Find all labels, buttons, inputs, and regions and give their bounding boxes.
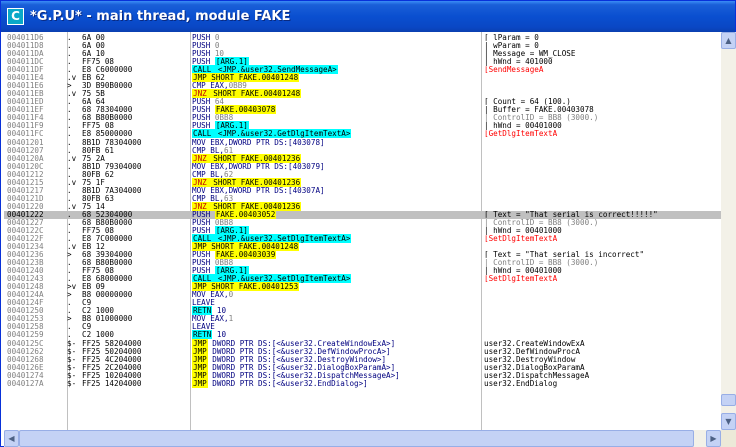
horizontal-scrollbar[interactable]: ◀ ▶ [4, 430, 721, 447]
disassembly-cell: LEAVE [192, 299, 479, 307]
code-row[interactable]: 0040127A $- FF25 14204000 JMP DWORD PTR DS:… [4, 378, 721, 388]
disassembly-cell: JMP SHORT FAKE.00401253 [192, 282, 479, 292]
comment-cell [484, 163, 719, 171]
disassembly-cell: PUSH 0 [192, 34, 479, 42]
disassembly-cell: MOV EAX,0 [192, 291, 479, 299]
horizontal-scroll-thumb[interactable] [19, 430, 694, 447]
comment-cell [484, 195, 719, 203]
address-cell: 0040127A [7, 378, 44, 388]
code-row[interactable]: 0040121D. 80FB 63 CMP BL,63 [4, 194, 721, 203]
scroll-down-button[interactable]: ▼ [721, 413, 736, 430]
disassembly-cell: MOV EBX,DWORD PTR DS:[403078] [192, 138, 479, 147]
hex-dump-cell: B8 01000000 [82, 314, 133, 324]
scroll-up-button[interactable]: ▲ [721, 32, 736, 49]
comment-cell [484, 147, 719, 155]
disassembly-cell: PUSH FAKE.00403039 [192, 250, 479, 260]
cpu-window-icon: C [7, 8, 24, 25]
comment-cell [484, 323, 719, 331]
vertical-scroll-thumb[interactable] [721, 394, 736, 406]
code-row[interactable]: 004011DF. E8 C6000000 CALL <JMP.&user32.Se… [4, 65, 721, 75]
title-bar[interactable]: C *G.P.U* - main thread, module FAKE [1, 1, 735, 32]
disassembly-cell-token: JMP [192, 378, 208, 388]
jump-marker-cell: $- [67, 378, 77, 388]
disassembly-cell: JMP DWORD PTR DS:[<&user32.EndDialog>] [192, 378, 479, 388]
code-row[interactable]: 00401207. 80FB 61 CMP BL,61 [4, 146, 721, 155]
disassembly-cell: MOV EBX,DWORD PTR DS:[40307A] [192, 186, 479, 195]
scroll-right-button[interactable]: ▶ [706, 430, 721, 447]
comment-cell [484, 187, 719, 195]
disassembly-cell: RETN 10 [192, 306, 479, 316]
code-row[interactable]: 004011D8. 6A 00 PUSH 0 | wParam = 0 [4, 42, 721, 50]
disassembly-cell: PUSH FAKE.00403052 [192, 209, 479, 219]
comment-cell [484, 179, 719, 187]
comment-cell-token: ⌊GetDlgItemTextA [484, 129, 558, 139]
comment-cell [484, 82, 719, 90]
disassembly-cell: MOV EAX,1 [192, 315, 479, 323]
code-row[interactable]: 0040124A > B8 00000000 MOV EAX,0 [4, 291, 721, 299]
window-title: *G.P.U* - main thread, module FAKE [30, 9, 291, 24]
comment-cell [484, 74, 719, 82]
disassembly-cell: PUSH 0 [192, 42, 479, 50]
code-row[interactable]: 004011E6 >3D B90B0000 CMP EAX,0BB9 [4, 82, 721, 90]
comment-cell: user32.EndDialog [484, 378, 719, 388]
disassembly-pane[interactable]: 004011D6. 6A 00 PUSH 0 ⌈ lParam = 0 004011D8… [4, 32, 721, 430]
disassembly-cell: PUSH FAKE.00403078 [192, 105, 479, 115]
comment-cell-token: ⌊SetDlgItemTextA [484, 234, 558, 243]
scrollbar-corner [721, 430, 736, 447]
comment-cell [484, 155, 719, 163]
hex-dump-cell: FF25 14204000 [82, 378, 142, 388]
code-row[interactable]: 004011EB .v 75 5B JNZ SHORT FAKE.00401248 [4, 89, 721, 99]
disassembly-cell-token: 1 [228, 314, 234, 324]
comment-cell [484, 139, 719, 147]
disassembly-cell: LEAVE [192, 323, 479, 331]
comment-cell [484, 315, 719, 323]
vertical-scroll-track[interactable] [721, 49, 736, 413]
disassembly-cell-token: DWORD PTR DS:[<&user32.EndDialog>] [207, 378, 368, 388]
comment-cell-token: ⌊SetDlgItemTextA [484, 274, 558, 284]
code-row[interactable]: 00401243. E8 68000000 CALL <JMP.&user32.Se… [4, 274, 721, 284]
comment-cell-token: user32.EndDialog [484, 378, 558, 388]
code-row[interactable]: 004011D6. 6A 00 PUSH 0 ⌈ lParam = 0 [4, 34, 721, 42]
comment-cell: ⌊SendMessageA [484, 66, 719, 74]
comment-cell-token: ⌊SendMessageA [484, 65, 544, 75]
comment-cell [484, 283, 719, 291]
comment-cell: ⌊GetDlgItemTextA [484, 130, 719, 138]
code-row[interactable]: 00401253 > B8 01000000 MOV EAX,1 [4, 315, 721, 323]
hex-dump-cell: B8 00000000 [82, 290, 133, 300]
comment-cell: ⌊SetDlgItemTextA [484, 235, 719, 243]
vertical-scrollbar[interactable]: ▲ ▼ [721, 32, 736, 430]
comment-cell [484, 299, 719, 307]
comment-cell [484, 171, 719, 179]
debugger-window: C *G.P.U* - main thread, module FAKE 004… [0, 0, 736, 447]
disassembly-cell: JNZ SHORT FAKE.00401248 [192, 89, 479, 99]
code-row[interactable]: 0040122F. E8 7C000000 CALL <JMP.&user32.Se… [4, 234, 721, 243]
disassembly-cell: MOV EBX,DWORD PTR DS:[403079] [192, 162, 479, 171]
disassembly-cell-token: 0 [228, 290, 234, 300]
code-row[interactable]: 00401212. 80FB 62 CMP BL,62 [4, 170, 721, 179]
scroll-left-button[interactable]: ◀ [4, 430, 19, 447]
comment-cell: ⌊SetDlgItemTextA [484, 275, 719, 283]
comment-cell [484, 307, 719, 315]
comment-cell [484, 291, 719, 299]
